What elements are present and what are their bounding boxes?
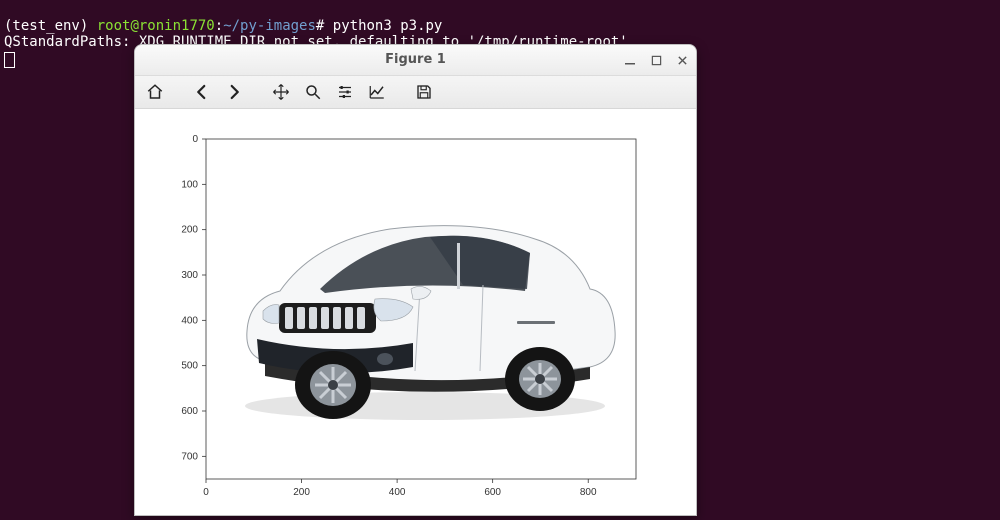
y-tick-label: 500 bbox=[181, 361, 198, 372]
figure-window: Figure 1 bbox=[134, 44, 697, 516]
window-titlebar[interactable]: Figure 1 bbox=[135, 45, 696, 76]
y-tick-label: 300 bbox=[181, 270, 198, 281]
prompt-path: ~/py-images bbox=[223, 18, 316, 34]
display-image bbox=[225, 181, 625, 429]
maximize-button[interactable] bbox=[648, 52, 664, 68]
zoom-icon bbox=[304, 83, 322, 101]
plot-canvas-area[interactable]: 0 100 200 300 400 500 600 700 0 200 400 600 800 bbox=[135, 109, 696, 516]
minimize-icon bbox=[624, 54, 636, 66]
y-tick-label: 100 bbox=[181, 179, 198, 190]
zoom-button[interactable] bbox=[303, 82, 323, 102]
y-tick-label: 600 bbox=[181, 406, 198, 417]
matplotlib-toolbar bbox=[135, 76, 696, 109]
arrow-right-icon bbox=[225, 83, 243, 101]
maximize-icon bbox=[651, 55, 662, 66]
chart-line-icon bbox=[368, 83, 386, 101]
close-icon bbox=[677, 55, 688, 66]
window-controls bbox=[622, 45, 690, 75]
home-button[interactable] bbox=[145, 82, 165, 102]
x-tick-label: 0 bbox=[203, 487, 209, 498]
terminal-cursor bbox=[4, 52, 15, 68]
y-tick-label: 400 bbox=[181, 315, 198, 326]
save-button[interactable] bbox=[414, 82, 434, 102]
x-tick-label: 400 bbox=[389, 487, 406, 498]
home-icon bbox=[146, 83, 164, 101]
sliders-icon bbox=[336, 83, 354, 101]
pan-button[interactable] bbox=[271, 82, 291, 102]
y-tick-label: 0 bbox=[192, 134, 198, 145]
move-icon bbox=[272, 83, 290, 101]
y-tick-label: 200 bbox=[181, 225, 198, 236]
y-tick-label: 700 bbox=[181, 451, 198, 462]
back-button[interactable] bbox=[192, 82, 212, 102]
terminal-command: python3 p3.py bbox=[333, 18, 443, 34]
prompt-env: (test_env) bbox=[4, 18, 88, 34]
prompt-userhost: root@ronin1770 bbox=[97, 18, 215, 34]
arrow-left-icon bbox=[193, 83, 211, 101]
forward-button[interactable] bbox=[224, 82, 244, 102]
edit-axis-button[interactable] bbox=[367, 82, 387, 102]
x-tick-label: 200 bbox=[293, 487, 310, 498]
configure-button[interactable] bbox=[335, 82, 355, 102]
save-icon bbox=[415, 83, 433, 101]
x-tick-label: 800 bbox=[580, 487, 597, 498]
close-button[interactable] bbox=[674, 52, 690, 68]
x-tick-label: 600 bbox=[484, 487, 501, 498]
minimize-button[interactable] bbox=[622, 52, 638, 68]
window-title: Figure 1 bbox=[385, 52, 446, 67]
